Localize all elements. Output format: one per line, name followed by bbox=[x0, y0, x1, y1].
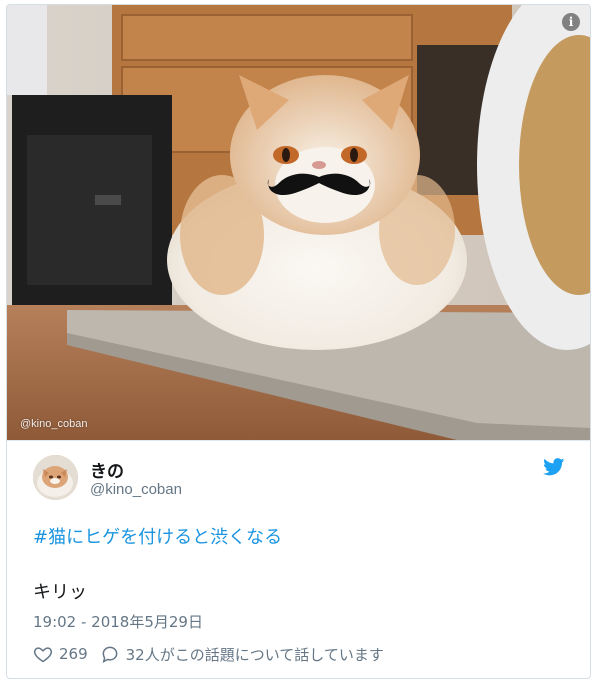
tweet-embed-card: i @kino_coban きの @kino_coban #猫にヒゲを付けると渋… bbox=[6, 4, 591, 679]
info-icon[interactable]: i bbox=[562, 13, 580, 31]
author-handle[interactable]: @kino_coban bbox=[90, 481, 182, 498]
conversation-link[interactable]: 32人がこの話題について話しています bbox=[126, 644, 384, 665]
photo-watermark: @kino_coban bbox=[20, 418, 88, 430]
avatar-cat-image bbox=[33, 455, 78, 500]
tweet-timestamp[interactable]: 19:02 - 2018年5月29日 bbox=[33, 611, 203, 632]
tweet-actions: 269 32人がこの話題について話しています bbox=[33, 643, 384, 665]
reply-icon[interactable] bbox=[100, 644, 120, 664]
hashtag-link[interactable]: #猫にヒゲを付けると渋くなる bbox=[33, 523, 282, 549]
twitter-bird-icon[interactable] bbox=[543, 458, 565, 476]
tweet-photo[interactable]: i @kino_coban bbox=[7, 5, 590, 441]
avatar[interactable] bbox=[33, 455, 78, 500]
author-name[interactable]: きの bbox=[90, 457, 124, 482]
heart-icon[interactable] bbox=[33, 644, 53, 664]
like-count[interactable]: 269 bbox=[59, 645, 88, 663]
tweet-text: キリッ bbox=[33, 582, 87, 603]
cat-photo-illustration bbox=[7, 5, 590, 440]
